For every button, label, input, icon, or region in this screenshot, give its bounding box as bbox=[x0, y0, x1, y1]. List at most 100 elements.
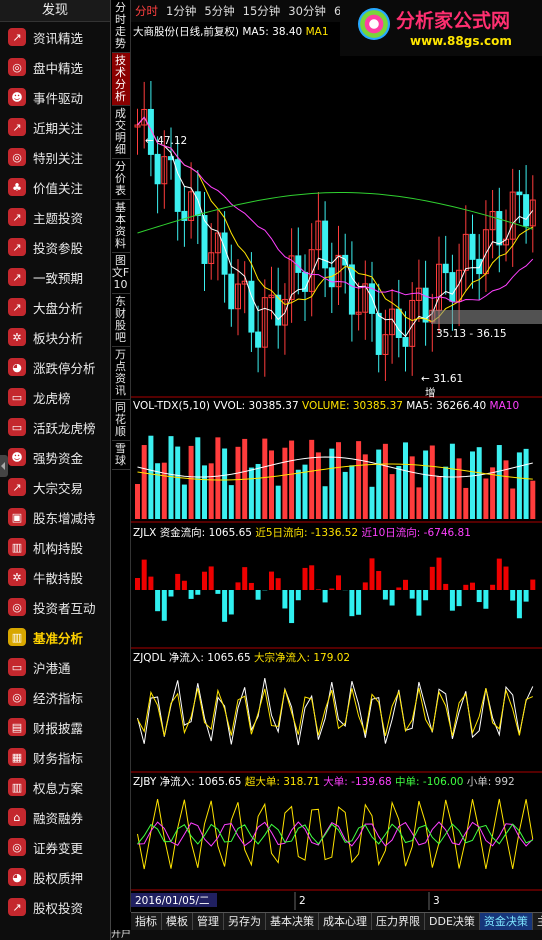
target-icon: ◎ bbox=[8, 598, 26, 616]
sidebar-item-label: 大宗交易 bbox=[33, 480, 84, 496]
sidebar-item[interactable]: ✲ 牛散持股 bbox=[0, 562, 110, 592]
target-icon: ◎ bbox=[8, 688, 26, 706]
volume-bar bbox=[275, 485, 281, 519]
period-tab[interactable]: 分时 bbox=[131, 3, 162, 19]
volume-bar bbox=[356, 441, 362, 519]
vertical-tab[interactable]: 分价表 bbox=[111, 159, 130, 200]
sidebar-item[interactable]: ▭ 龙虎榜 bbox=[0, 382, 110, 412]
sidebar-item[interactable]: ↗ 大盘分析 bbox=[0, 292, 110, 322]
ma-trunc-label: MA1 bbox=[305, 26, 329, 38]
sidebar-item[interactable]: ☻ 强势资金 bbox=[0, 442, 110, 472]
technical-chart-area[interactable]: ← 47.12 增 ← 31.61 35.13 - 36.15 2016/01/05/二… bbox=[131, 22, 542, 912]
bottom-tab[interactable]: 指标 bbox=[131, 913, 162, 930]
flow-bar bbox=[503, 566, 509, 590]
period-tab[interactable]: 1分钟 bbox=[162, 3, 200, 19]
sidebar-item[interactable]: ↗ 大宗交易 bbox=[0, 472, 110, 502]
sidebar-item[interactable]: ▭ 活跃龙虎榜 bbox=[0, 412, 110, 442]
volume-bar bbox=[181, 484, 187, 519]
sidebar-item[interactable]: ▥ 机构持股 bbox=[0, 532, 110, 562]
sidebar-item[interactable]: ◎ 特别关注 bbox=[0, 142, 110, 172]
range-highlight bbox=[431, 310, 542, 324]
volume-bar bbox=[135, 484, 140, 519]
volume-bar bbox=[269, 450, 274, 519]
flow-bar bbox=[309, 565, 315, 590]
zjby-super-line bbox=[137, 798, 534, 870]
sidebar-item[interactable]: ▭ 沪港通 bbox=[0, 652, 110, 682]
flow-bar bbox=[275, 578, 281, 590]
bottom-tab[interactable]: 另存为 bbox=[224, 913, 266, 930]
sidebar-item[interactable]: ↗ 近期关注 bbox=[0, 112, 110, 142]
volume-bar bbox=[436, 476, 442, 519]
sidebar-item[interactable]: ▤ 财报披露 bbox=[0, 712, 110, 742]
sidebar-item[interactable]: ▣ 股东增减持 bbox=[0, 502, 110, 532]
bottom-tab[interactable]: 成本心理 bbox=[319, 913, 372, 930]
sidebar-item[interactable]: ↗ 主题投资 bbox=[0, 202, 110, 232]
vertical-tab[interactable]: 技术分析 bbox=[111, 53, 130, 106]
increase-marker: 增 bbox=[425, 386, 436, 399]
bottom-tab[interactable]: 基本决策 bbox=[266, 913, 319, 930]
candle-body bbox=[449, 272, 456, 302]
vertical-tab[interactable]: 分时走势 bbox=[111, 0, 130, 53]
flow-bar bbox=[141, 559, 147, 590]
sidebar-item[interactable]: ◕ 股权质押 bbox=[0, 862, 110, 892]
flow-bar bbox=[242, 567, 248, 590]
bottom-tab[interactable]: 主 bbox=[533, 913, 542, 930]
sidebar-item[interactable]: ↗ 投资参股 bbox=[0, 232, 110, 262]
bottom-tab[interactable]: 压力界限 bbox=[372, 913, 425, 930]
vertical-tab[interactable]: 东财股吧 bbox=[111, 294, 130, 347]
sidebar-item[interactable]: ⌂ 融资融券 bbox=[0, 802, 110, 832]
period-tab[interactable]: 30分钟 bbox=[284, 3, 330, 19]
vertical-tab[interactable]: 成交明细 bbox=[111, 106, 130, 159]
volume-bar bbox=[389, 474, 395, 519]
bottom-tab[interactable]: DDE决策 bbox=[425, 913, 480, 930]
flow-bar bbox=[235, 582, 241, 590]
period-tab[interactable]: 5分钟 bbox=[200, 3, 238, 19]
sidebar-item[interactable]: ♣ 价值关注 bbox=[0, 172, 110, 202]
vertical-tab[interactable]: 图文F10 bbox=[111, 253, 130, 294]
bottom-tab[interactable]: 模板 bbox=[162, 913, 193, 930]
sidebar-item[interactable]: ✲ 板块分析 bbox=[0, 322, 110, 352]
vertical-tab[interactable]: 基本资料 bbox=[111, 200, 130, 253]
sidebar-item[interactable]: ▥ 权息方案 bbox=[0, 772, 110, 802]
period-tab[interactable]: 15分钟 bbox=[239, 3, 285, 19]
sidebar-item[interactable]: ◎ 证券变更 bbox=[0, 832, 110, 862]
bottom-info-item[interactable]: 开户 bbox=[111, 930, 131, 940]
volume-bar bbox=[463, 487, 469, 519]
volume-bar bbox=[336, 442, 341, 519]
bottom-tab-bar: 指标模板管理另存为基本决策成本心理压力界限DDE决策资金决策主 bbox=[131, 912, 542, 930]
sidebar-item[interactable]: ↗ 一致预期 bbox=[0, 262, 110, 292]
sidebar-item[interactable]: ▥ 基准分析 bbox=[0, 622, 110, 652]
vol-name: VOL-TDX(5,10) bbox=[133, 400, 211, 412]
sidebar-item[interactable]: ◕ 涨跌停分析 bbox=[0, 352, 110, 382]
vertical-tab[interactable]: 万点资讯 bbox=[111, 347, 130, 400]
vertical-tab[interactable]: 同花顺 bbox=[111, 400, 130, 441]
sidebar-item[interactable]: ◎ 投资者互动 bbox=[0, 592, 110, 622]
candle-body bbox=[523, 194, 530, 227]
stock-title: 大商股份(日线,前复权) bbox=[133, 26, 240, 38]
flow-bar bbox=[181, 580, 187, 590]
sidebar-item-label: 大盘分析 bbox=[33, 300, 84, 316]
vertical-tab[interactable]: 雪球 bbox=[111, 441, 130, 470]
bottom-tab[interactable]: 资金决策 bbox=[479, 913, 533, 930]
zjlx-flow5: 近5日流向: -1336.52 bbox=[255, 527, 359, 539]
flow-bar bbox=[436, 557, 442, 590]
bottom-info-strip: 开户 bbox=[111, 930, 542, 940]
sidebar-item[interactable]: ◎ 盘中精选 bbox=[0, 52, 110, 82]
sidebar-collapse-handle[interactable] bbox=[0, 455, 8, 477]
date-label: 2016/01/05/二 bbox=[135, 895, 210, 907]
piggy-bank-icon: ◕ bbox=[8, 358, 26, 376]
candle-body bbox=[402, 337, 409, 347]
bottom-tab[interactable]: 管理 bbox=[193, 913, 224, 930]
sidebar-item[interactable]: ↗ 资讯精选 bbox=[0, 22, 110, 52]
sidebar-item[interactable]: ↗ 股权投资 bbox=[0, 892, 110, 922]
zjby-name: ZJBY bbox=[133, 776, 157, 788]
sidebar-item[interactable]: ▦ 财务指标 bbox=[0, 742, 110, 772]
sidebar-item[interactable]: ☻ 事件驱动 bbox=[0, 82, 110, 112]
volume-bar bbox=[483, 478, 489, 519]
flow-bar bbox=[315, 589, 321, 590]
volume-bar bbox=[295, 469, 301, 519]
sidebar-item-label: 财报披露 bbox=[33, 720, 84, 736]
sidebar-item-label: 主题投资 bbox=[33, 210, 84, 226]
volume-bar bbox=[470, 451, 475, 519]
sidebar-item[interactable]: ◎ 经济指标 bbox=[0, 682, 110, 712]
